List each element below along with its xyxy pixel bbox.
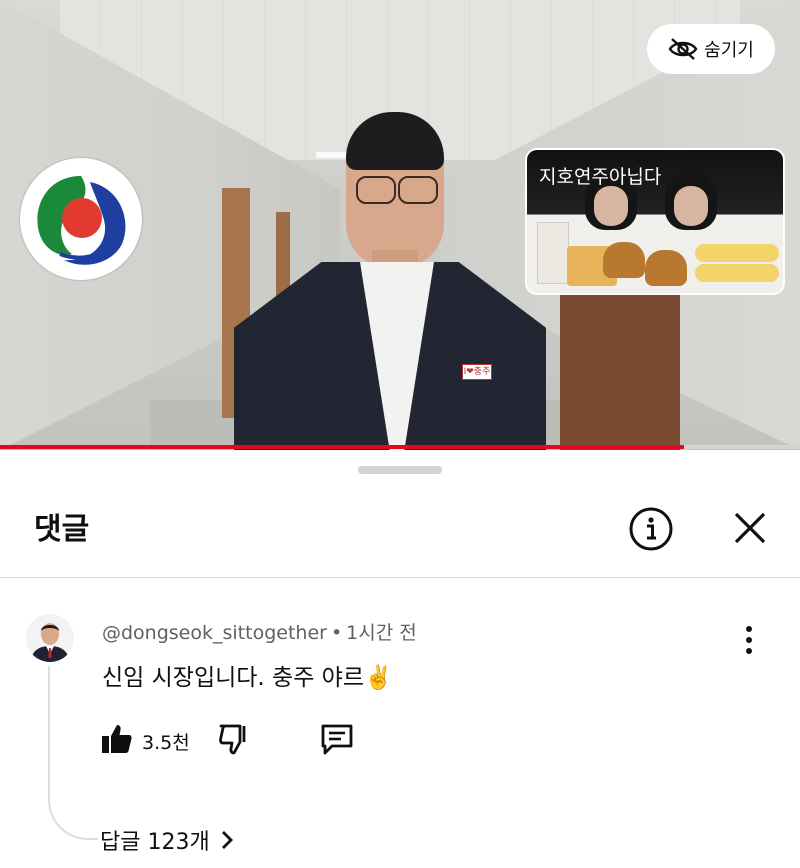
comment-icon <box>321 724 353 755</box>
comment-time: 1시간 전 <box>346 622 417 644</box>
city-logo <box>20 158 142 280</box>
close-button[interactable] <box>730 508 770 548</box>
video-player[interactable]: I❤충주 숨기기 지호연주아닙다 <box>0 0 800 450</box>
lapel-pin: I❤충주 <box>462 364 492 380</box>
reply-button[interactable] <box>320 722 354 756</box>
eye-off-icon <box>668 38 698 60</box>
corn <box>695 244 779 262</box>
comments-sheet: 댓글 @dongseok_sittogether • 1시간 전 신임 시장입니다.… <box>0 450 800 868</box>
thumbs-down-icon <box>219 724 246 755</box>
comment-author[interactable]: @dongseok_sittogether <box>102 622 327 644</box>
corn <box>695 264 779 282</box>
info-icon <box>629 507 673 551</box>
drink-cup <box>537 222 569 284</box>
pip-title: 지호연주아닙다 <box>539 166 662 188</box>
reply-thread-line <box>48 666 98 840</box>
view-replies-button[interactable]: 답글 123개 <box>100 824 234 856</box>
like-count: 3.5천 <box>142 732 190 754</box>
picture-in-picture-video[interactable]: 지호연주아닙다 <box>525 148 785 295</box>
drag-handle[interactable] <box>358 466 442 474</box>
info-button[interactable] <box>628 506 673 551</box>
pip-person-face <box>674 186 708 226</box>
comment-text: 신임 시장입니다. 충주 야르✌️ <box>102 665 393 691</box>
video-progress-bar[interactable] <box>0 445 800 449</box>
dislike-button[interactable] <box>218 722 252 756</box>
chevron-right-icon <box>221 831 233 849</box>
close-icon <box>734 512 766 544</box>
like-button[interactable] <box>100 722 134 756</box>
pip-person-face <box>594 186 628 226</box>
glasses <box>352 176 440 204</box>
more-options-button[interactable] <box>738 624 760 658</box>
hide-button[interactable]: 숨기기 <box>647 24 775 74</box>
replies-label: 답글 123개 <box>100 830 210 855</box>
vertical-dots-icon <box>746 626 752 654</box>
comment-meta: @dongseok_sittogether • 1시간 전 <box>102 618 417 645</box>
avatar[interactable] <box>26 614 74 662</box>
thumbs-up-icon <box>102 725 132 753</box>
header-divider <box>0 577 800 578</box>
burger <box>645 250 687 286</box>
video-progress-fill <box>0 445 684 449</box>
burger <box>603 242 645 278</box>
hide-button-label: 숨기기 <box>704 40 754 61</box>
comments-title: 댓글 <box>34 512 90 547</box>
door <box>560 290 680 450</box>
meta-separator: • <box>330 622 343 644</box>
